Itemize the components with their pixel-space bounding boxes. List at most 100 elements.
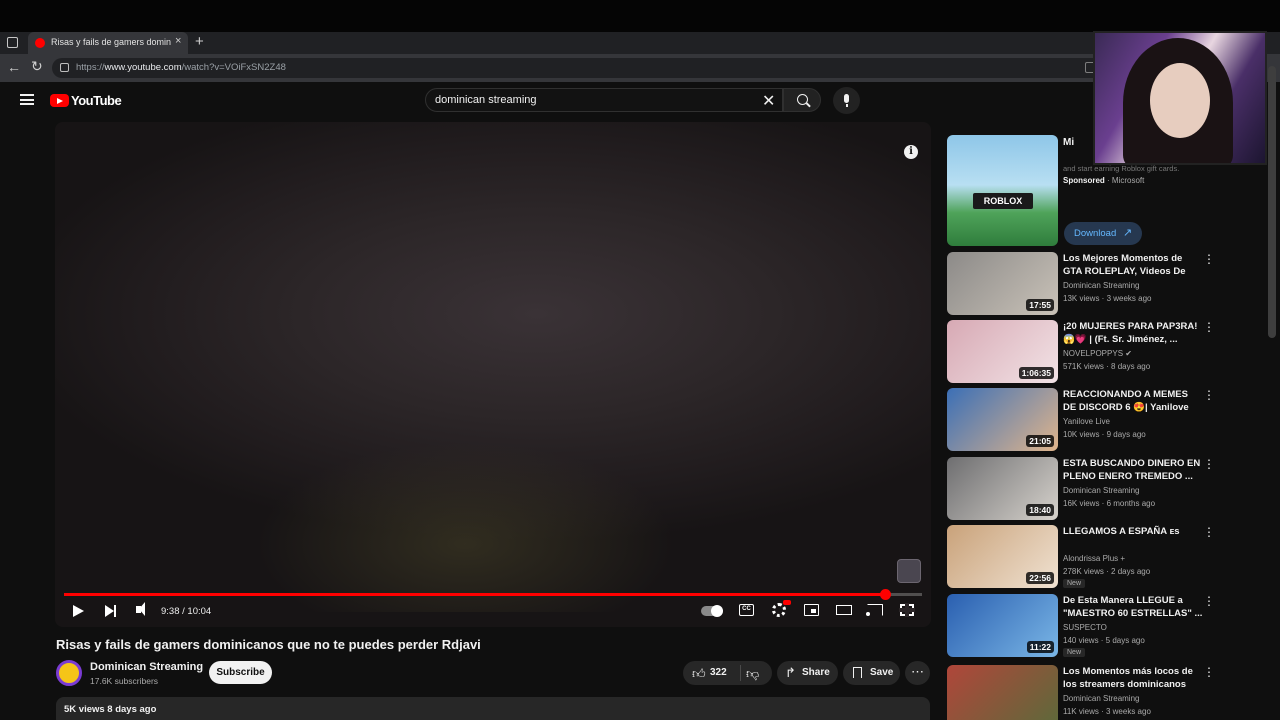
channel-name[interactable]: SUSPECTO [1063, 623, 1107, 632]
autoplay-toggle-icon[interactable] [701, 605, 723, 617]
tab-close-icon[interactable]: × [175, 35, 181, 47]
video-thumbnail[interactable]: 21:05 [947, 388, 1058, 451]
channel-name[interactable]: Dominican Streaming [1063, 281, 1139, 290]
recommended-video[interactable]: 18:40 ESTA BUSCANDO DINERO EN PLENO ENERO… [947, 457, 1227, 521]
subtitles-icon[interactable]: CC [739, 604, 754, 616]
video-thumbnail[interactable]: 18:40 [947, 457, 1058, 520]
share-label: Share [802, 667, 830, 678]
video-title[interactable]: Los Momentos más locos de los streamers … [1063, 665, 1203, 692]
more-vert-icon[interactable]: ⋮ [1203, 388, 1215, 402]
like-dislike-group: 👍︎ 322 👎︎ [683, 661, 772, 685]
video-thumbnail[interactable] [947, 665, 1058, 720]
settings-gear-icon[interactable] [772, 603, 786, 617]
clear-search-icon[interactable]: ✕ [762, 91, 775, 111]
video-thumbnail[interactable]: 17:55 [947, 252, 1058, 315]
cast-icon[interactable] [866, 604, 883, 616]
browser-tab[interactable]: Risas y fails de gamers dominicanos que … [28, 32, 188, 54]
video-thumbnail[interactable]: 22:56 [947, 525, 1058, 588]
video-stats: 11K views · 3 weeks ago [1063, 707, 1151, 716]
video-stats: 10K views · 9 days ago [1063, 430, 1146, 439]
back-arrow-icon[interactable]: ← [7, 59, 21, 75]
youtube-favicon-icon [35, 38, 45, 48]
video-thumbnail[interactable]: 11:22 [947, 594, 1058, 657]
channel-name[interactable]: Alondrissa Plus + [1063, 554, 1125, 563]
ad-download-button[interactable]: Download ↗ [1064, 222, 1142, 245]
more-vert-icon[interactable]: ⋮ [1203, 665, 1215, 679]
advertiser-name: · Microsoft [1107, 176, 1145, 185]
time-display: 9:38 / 10:04 [161, 606, 212, 617]
recommended-video[interactable]: 21:05 REACCIONANDO A MEMES DE DISCORD 6 😍… [947, 388, 1227, 452]
search-button[interactable] [783, 88, 821, 112]
share-arrow-icon: ↱ [785, 665, 796, 680]
new-tab-icon[interactable]: + [195, 33, 204, 50]
channel-name[interactable]: NOVELPOPPYS ✔ [1063, 349, 1132, 358]
video-duration: 18:40 [1026, 504, 1054, 516]
volume-icon[interactable] [136, 602, 145, 616]
theater-mode-icon[interactable] [836, 605, 852, 615]
hd-badge [783, 600, 791, 605]
search-input[interactable]: dominican streaming ✕ [425, 88, 783, 112]
miniplayer-icon[interactable] [804, 604, 819, 616]
address-bar[interactable]: https://www.youtube.com/watch?v=VOiFxSN2… [52, 58, 1107, 78]
recommended-video[interactable]: 17:55 Los Mejores Momentos de GTA ROLEPLA… [947, 252, 1227, 316]
save-label: Save [870, 667, 894, 678]
video-duration: 21:05 [1026, 435, 1054, 447]
ad-title[interactable]: Mi [1063, 137, 1074, 148]
video-title[interactable]: Los Mejores Momentos de GTA ROLEPLAY, Vi… [1063, 252, 1203, 279]
more-actions-icon[interactable]: ⋯ [905, 661, 930, 685]
menu-icon[interactable] [20, 94, 34, 105]
voice-search-button[interactable] [833, 87, 860, 114]
channel-name[interactable]: Yanilove Live [1063, 417, 1110, 426]
search-icon [797, 94, 808, 105]
fullscreen-icon[interactable] [899, 603, 915, 617]
site-info-icon[interactable] [60, 63, 69, 72]
video-title[interactable]: ESTA BUSCANDO DINERO EN PLENO ENERO TREM… [1063, 457, 1203, 483]
more-vert-icon[interactable]: ⋮ [1203, 525, 1215, 539]
channel-name[interactable]: Dominican Streaming [1063, 694, 1139, 703]
video-title[interactable]: De Esta Manera LLEGUE a "MAESTRO 60 ESTR… [1063, 594, 1203, 620]
tab-title: Risas y fails de gamers dominicanos que … [51, 37, 171, 47]
youtube-logo[interactable]: YouTube [50, 93, 122, 109]
reload-icon[interactable]: ↻ [31, 58, 43, 75]
video-stats: 140 views · 5 days ago [1063, 636, 1145, 645]
ad-thumbnail[interactable]: RОBLOX [947, 135, 1058, 246]
more-vert-icon[interactable]: ⋮ [1203, 594, 1215, 608]
share-button[interactable]: ↱ Share [777, 661, 838, 685]
progress-played [64, 593, 886, 596]
channel-name[interactable]: Dominican Streaming [1063, 486, 1139, 495]
video-player[interactable]: i 9:38 / 10:04 CC [55, 122, 931, 627]
sponsored-label: Sponsored [1063, 176, 1105, 185]
more-vert-icon[interactable]: ⋮ [1203, 252, 1215, 266]
subscribe-button[interactable]: Subscribe [209, 661, 272, 684]
video-title[interactable]: LLEGAMOS A ESPAÑA ᴇs [1063, 525, 1203, 538]
views-and-date: 5K views 8 days ago [64, 704, 157, 715]
new-badge: New [1063, 648, 1086, 657]
page-scrollbar[interactable] [1268, 66, 1276, 338]
microphone-icon [844, 94, 849, 107]
video-title[interactable]: ¡20 MUJERES PARA PAP3RA! 😱💗 | (Ft. Sr. J… [1063, 320, 1203, 346]
tab-list-icon[interactable] [7, 37, 18, 48]
next-video-icon[interactable] [105, 605, 116, 617]
video-thumbnail[interactable]: 1:06:35 [947, 320, 1058, 383]
info-icon[interactable]: i [904, 145, 918, 159]
channel-name[interactable]: Dominican Streaming [90, 661, 203, 673]
like-count[interactable]: 322 [710, 667, 727, 678]
more-vert-icon[interactable]: ⋮ [1203, 457, 1215, 471]
thumbs-up-icon[interactable]: 👍︎ [692, 666, 706, 682]
thumbs-down-icon[interactable]: 👎︎ [746, 666, 759, 682]
play-icon[interactable] [73, 605, 84, 617]
youtube-logo-text: YouTube [71, 93, 122, 108]
channel-watermark[interactable] [897, 559, 921, 583]
recommended-video[interactable]: 22:56 LLEGAMOS A ESPAÑA ᴇs Alondrissa Plus… [947, 525, 1227, 589]
recommended-video[interactable]: 1:06:35 ¡20 MUJERES PARA PAP3RA! 😱💗 | (Ft… [947, 320, 1227, 384]
save-button[interactable]: Save [843, 661, 900, 685]
video-title[interactable]: REACCIONANDO A MEMES DE DISCORD 6 😍| Yan… [1063, 388, 1203, 414]
progress-bar[interactable] [64, 589, 922, 600]
recommended-video[interactable]: Los Momentos más locos de los streamers … [947, 665, 1227, 720]
webcam-overlay [1093, 31, 1267, 165]
more-vert-icon[interactable]: ⋮ [1203, 320, 1215, 334]
video-stats: 278K views · 2 days ago [1063, 567, 1151, 576]
description-box[interactable]: 5K views 8 days ago [56, 697, 930, 720]
recommended-video[interactable]: 11:22 De Esta Manera LLEGUE a "MAESTRO 60… [947, 594, 1227, 658]
channel-avatar[interactable] [56, 660, 82, 686]
